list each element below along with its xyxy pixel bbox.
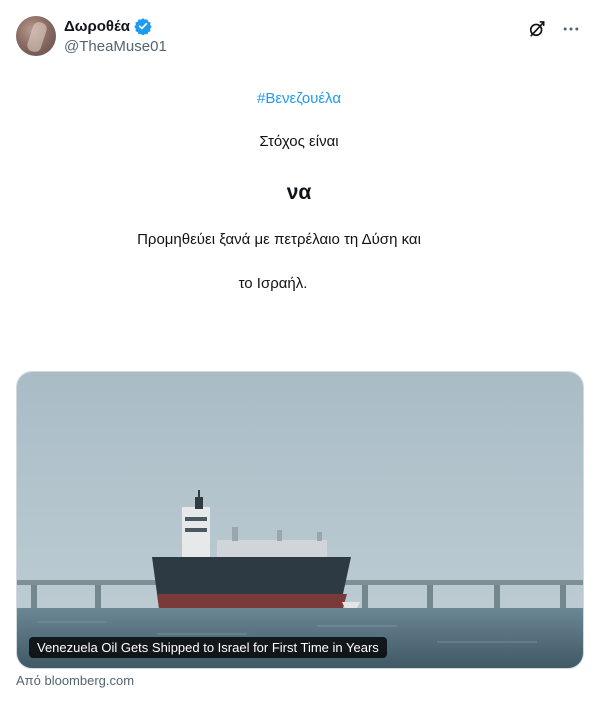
verified-badge-icon bbox=[134, 17, 152, 36]
post-text-line-4: το Ισραήλ. bbox=[238, 275, 308, 292]
link-preview-card[interactable]: Venezuela Oil Gets Shipped to Israel for… bbox=[16, 371, 584, 669]
post-text-line-2: να bbox=[286, 181, 312, 204]
author-display-name[interactable]: Δωροθέα bbox=[64, 18, 130, 35]
link-card-image bbox=[17, 372, 583, 668]
grok-icon[interactable] bbox=[526, 18, 548, 40]
post-text-line-3: Προμηθεύει ξανά με πετρέλαιο τη Δύση και bbox=[137, 231, 421, 248]
author-handle[interactable]: @TheaMuse01 bbox=[64, 38, 167, 55]
more-options-icon[interactable] bbox=[560, 18, 582, 40]
link-card-headline[interactable]: Venezuela Oil Gets Shipped to Israel for… bbox=[29, 637, 387, 658]
author-name-row: Δωροθέα bbox=[64, 17, 152, 36]
hashtag-link[interactable]: #Βενεζουέλα bbox=[0, 90, 598, 107]
avatar[interactable] bbox=[16, 16, 56, 56]
post-header: Δωροθέα @TheaMuse01 bbox=[16, 16, 582, 60]
post-text-line-1: Στόχος είναι bbox=[259, 133, 339, 150]
link-source[interactable]: Από bloomberg.com bbox=[16, 673, 134, 688]
post-actions-top bbox=[526, 18, 582, 40]
